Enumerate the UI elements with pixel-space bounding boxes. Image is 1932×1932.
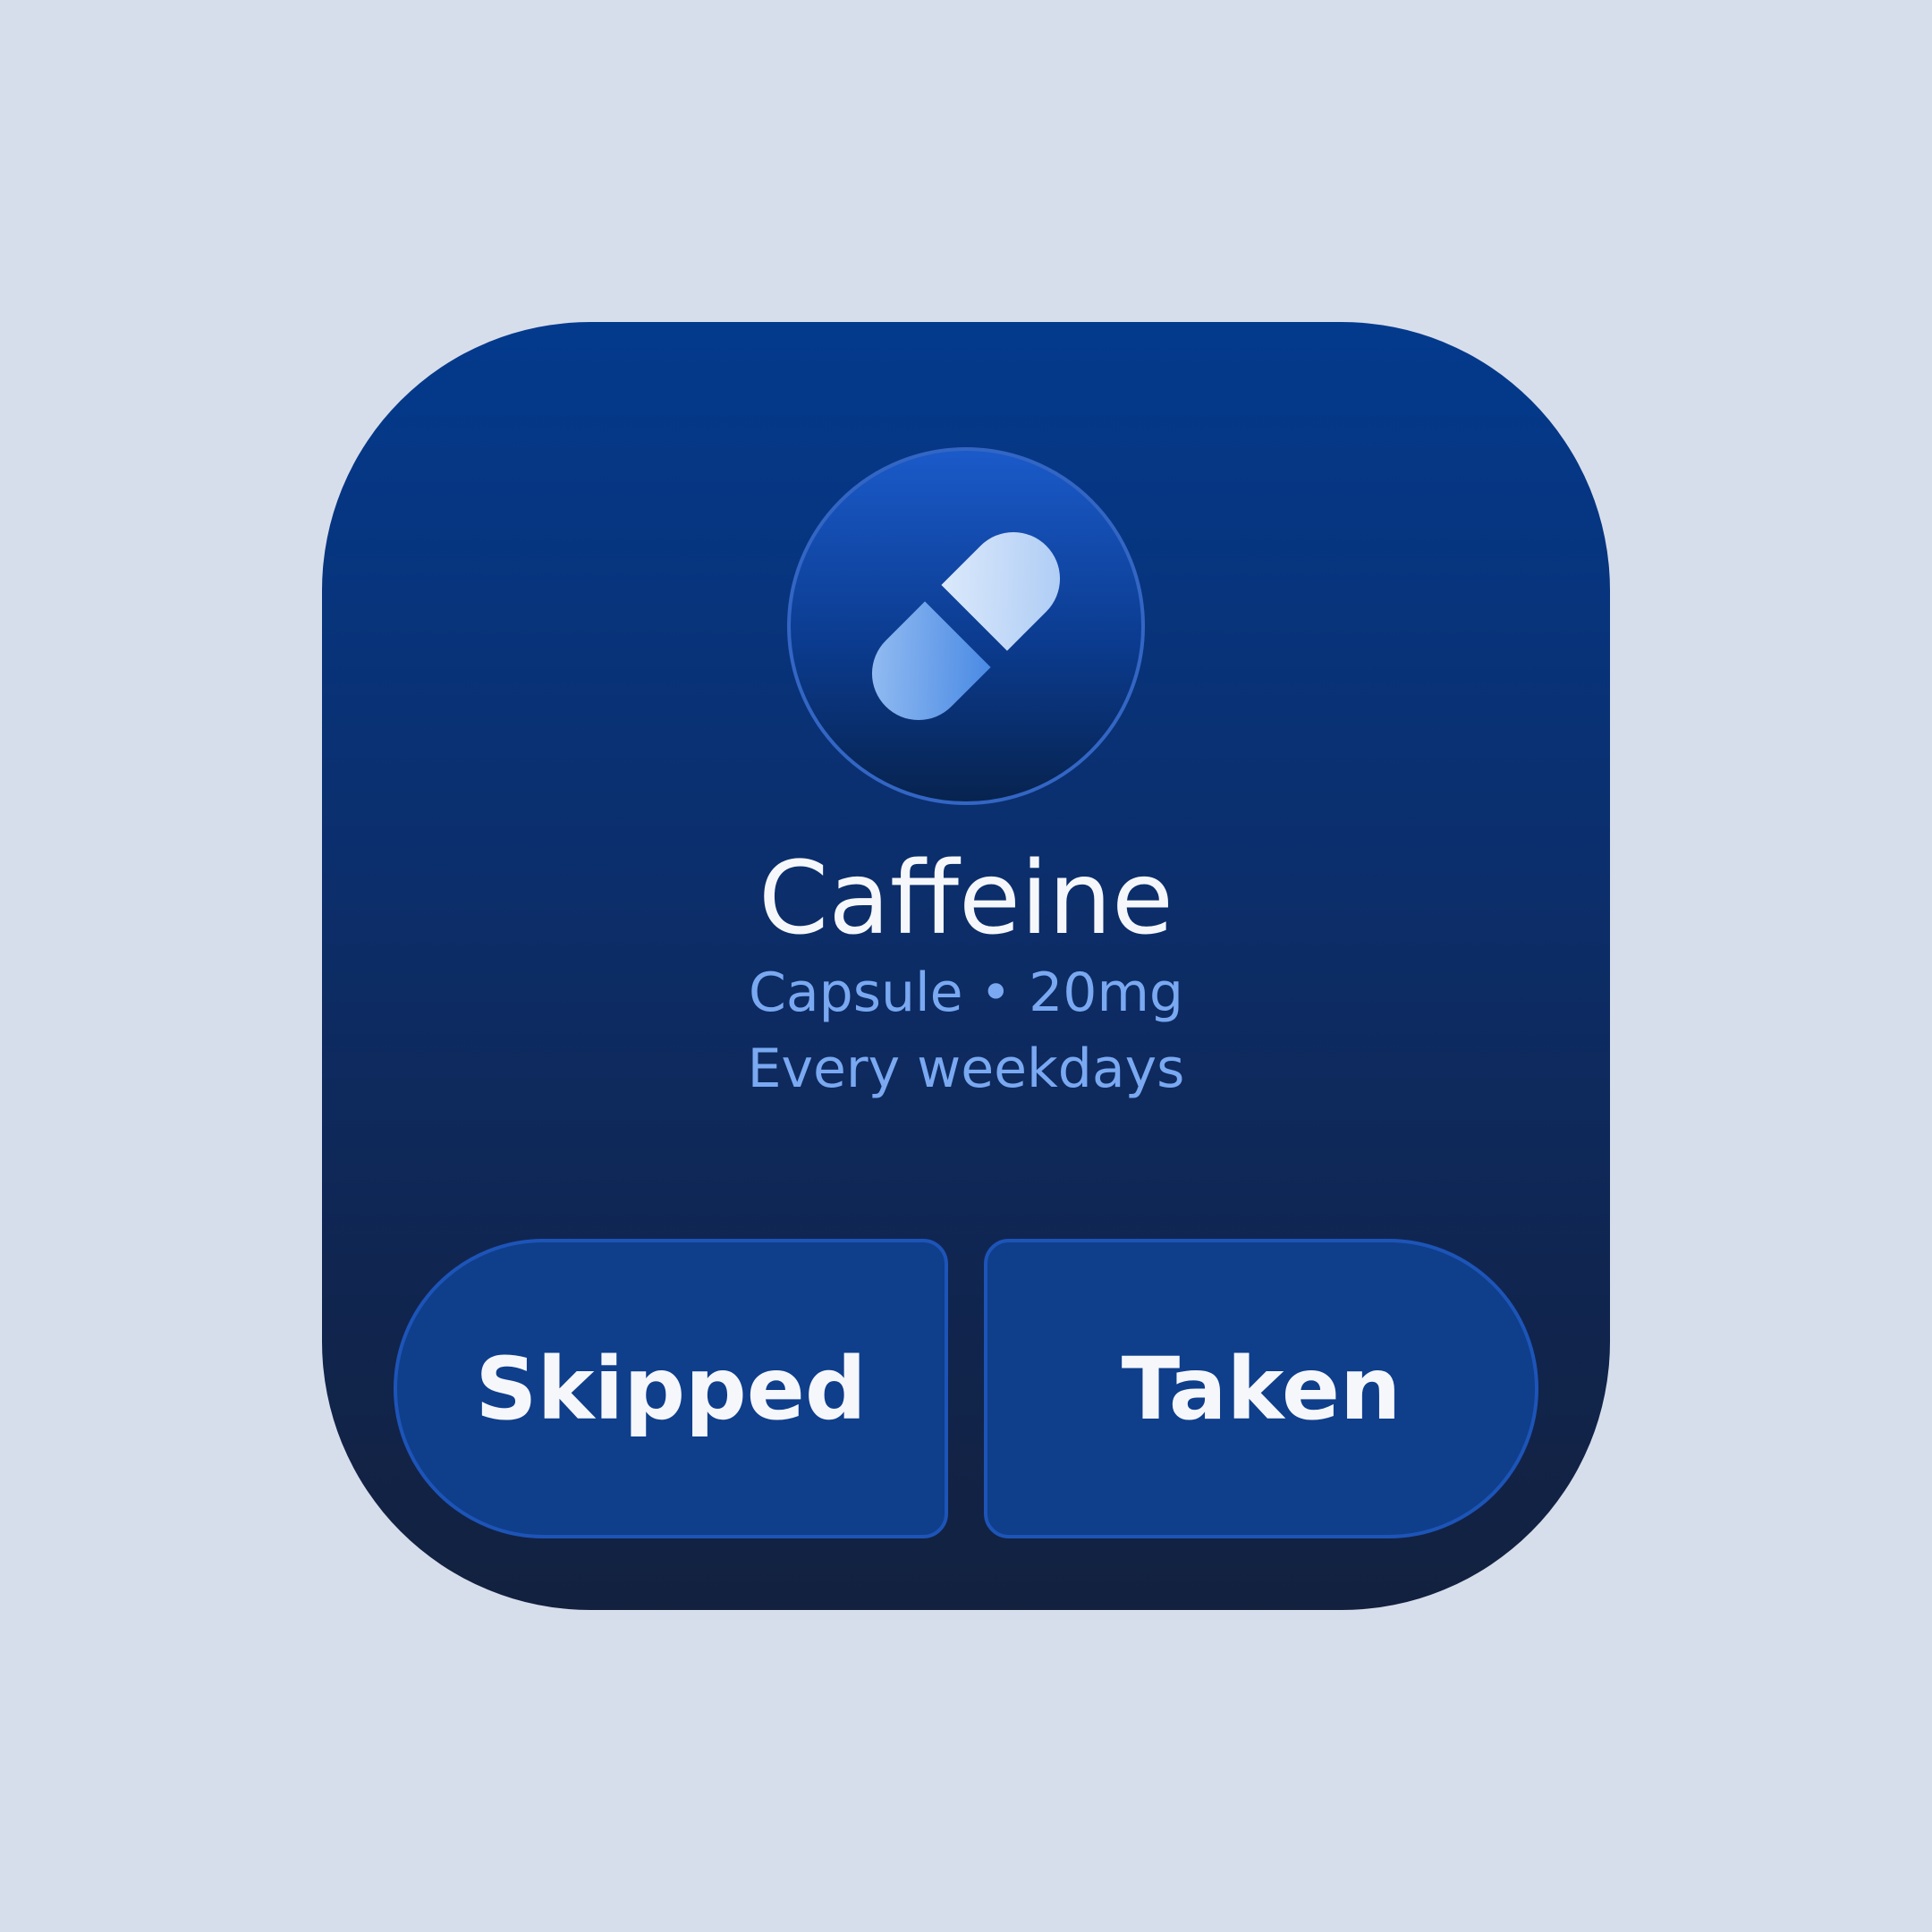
pill-capsule-icon xyxy=(871,531,1061,721)
taken-button-label: Taken xyxy=(1121,1338,1402,1439)
skipped-button[interactable]: Skipped xyxy=(394,1239,948,1538)
medication-icon-badge xyxy=(787,447,1145,805)
taken-button[interactable]: Taken xyxy=(984,1239,1538,1538)
medication-schedule: Every weekdays xyxy=(747,1038,1185,1100)
medication-widget: Caffeine Capsule • 20mg Every weekdays S… xyxy=(322,322,1610,1610)
medication-name: Caffeine xyxy=(758,841,1174,957)
skipped-button-label: Skipped xyxy=(475,1338,867,1439)
medication-dosage: Capsule • 20mg xyxy=(748,962,1184,1024)
